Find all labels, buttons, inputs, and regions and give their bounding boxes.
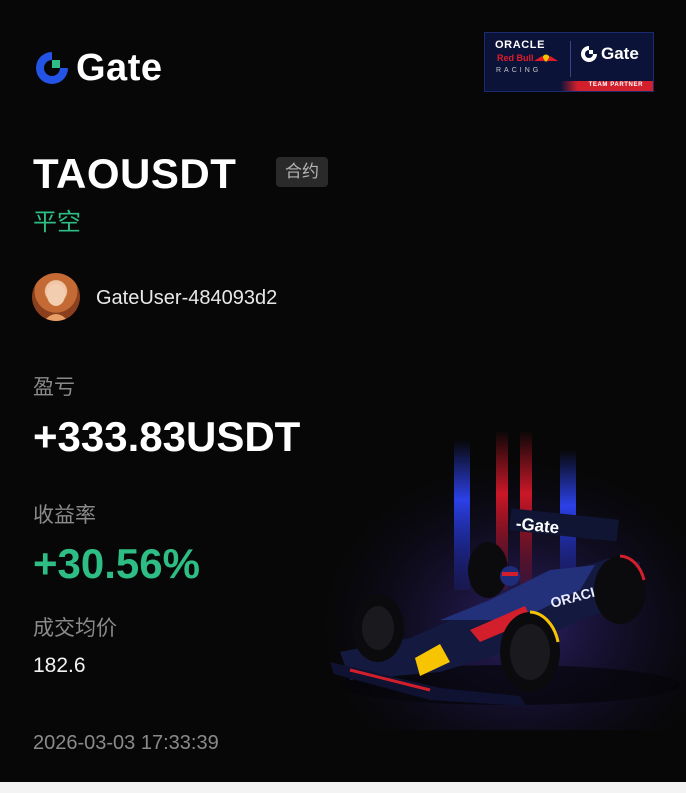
gate-logo-icon <box>36 52 68 84</box>
avg-price-label: 成交均价 <box>33 617 117 640</box>
timestamp: 2026-03-03 17:33:39 <box>33 732 219 754</box>
partner-gate-logo: Gate <box>580 44 639 64</box>
avg-price-value: 182.6 <box>33 654 86 677</box>
roi-label: 收益率 <box>33 504 96 527</box>
f1-car-illustration: ORACLE -Gate <box>320 430 686 730</box>
partner-oracle-text: ORACLE <box>495 39 546 51</box>
team-partner-badge: ORACLE Red Bull RACING Gate TEAM PARTNER <box>484 32 654 92</box>
pnl-label: 盈亏 <box>33 376 75 399</box>
partner-gate-text: Gate <box>601 44 639 63</box>
username: GateUser-484093d2 <box>96 287 278 309</box>
pnl-value: +333.83USDT <box>33 413 301 460</box>
user-avatar <box>32 273 80 321</box>
trading-pair: TAOUSDT <box>33 150 237 197</box>
logo-text: Gate <box>76 47 163 89</box>
contract-tag: 合约 <box>276 157 328 187</box>
team-partner-bar: TEAM PARTNER <box>485 81 653 91</box>
roi-value: +30.56% <box>33 540 200 587</box>
avatar-face-icon <box>44 284 68 321</box>
partner-divider <box>570 41 571 77</box>
team-partner-label: TEAM PARTNER <box>588 82 643 88</box>
gate-logo-small-icon <box>581 46 597 62</box>
partner-redbull-text: Red Bull <box>497 53 534 63</box>
redbull-bulls-icon <box>534 54 558 62</box>
bottom-strip <box>0 782 686 793</box>
partner-racing-text: RACING <box>496 67 542 74</box>
position-side: 平空 <box>33 209 81 236</box>
gate-logo: Gate <box>34 48 162 88</box>
f1-car-image: ORACLE -Gate <box>320 430 686 730</box>
share-card: Gate ORACLE Red Bull RACING Gate TEAM PA… <box>0 0 686 782</box>
